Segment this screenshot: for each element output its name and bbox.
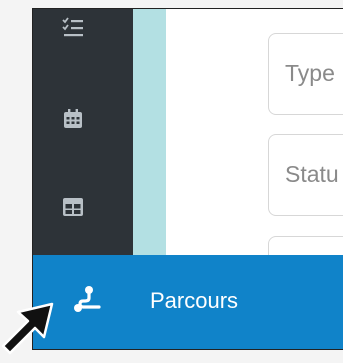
sidebar-item-label: Parcours	[150, 288, 239, 313]
type-field[interactable]: Type	[268, 33, 343, 115]
sidebar-item-parcours[interactable]: Parcours	[33, 255, 343, 349]
calendar-icon[interactable]	[61, 107, 85, 131]
table-icon[interactable]	[61, 195, 85, 219]
mouse-pointer-icon	[0, 300, 56, 363]
status-field[interactable]: Statu	[268, 134, 343, 216]
app-frame: Type Statu Parcours	[32, 8, 343, 350]
status-placeholder: Statu	[285, 161, 339, 187]
type-placeholder: Type	[285, 60, 335, 86]
route-icon	[71, 285, 101, 320]
checklist-icon[interactable]	[61, 17, 85, 41]
